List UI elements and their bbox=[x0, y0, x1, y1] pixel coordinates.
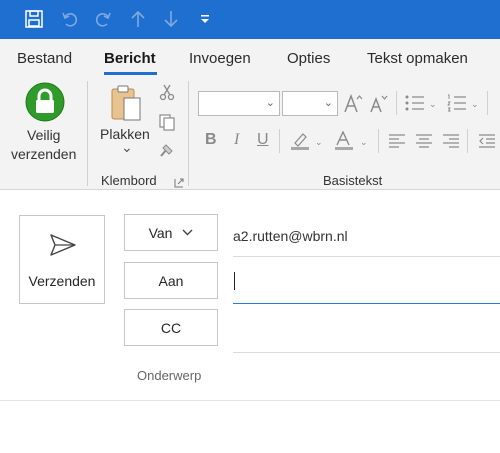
tab-bestand[interactable]: Bestand bbox=[17, 50, 72, 67]
arrow-up-icon[interactable] bbox=[127, 8, 149, 30]
separator bbox=[378, 129, 379, 153]
undo-icon[interactable] bbox=[59, 8, 81, 30]
ribbon-tabs: Bestand Bericht Invoegen Opties Tekst op… bbox=[0, 39, 500, 77]
message-body[interactable] bbox=[0, 401, 500, 453]
chevron-down-icon: ⌄ bbox=[360, 137, 368, 147]
separator bbox=[396, 91, 397, 115]
from-underline bbox=[233, 256, 500, 257]
send-button[interactable]: Verzenden bbox=[19, 215, 105, 304]
separator bbox=[279, 129, 280, 153]
ribbon: Veilig verzenden Plakken ⌄ Klembord ⌄ ⌄ bbox=[0, 77, 500, 190]
align-left-icon[interactable] bbox=[388, 133, 406, 149]
format-painter-icon[interactable] bbox=[158, 141, 176, 159]
compose-area: Verzenden Van a2.rutten@wbrn.nl Aan CC O… bbox=[0, 190, 500, 453]
from-address: a2.rutten@wbrn.nl bbox=[233, 228, 348, 244]
shrink-font-icon[interactable] bbox=[369, 92, 389, 114]
chevron-down-icon: ⌄ bbox=[323, 97, 333, 109]
copy-icon[interactable] bbox=[158, 113, 176, 131]
bullets-icon[interactable] bbox=[404, 94, 426, 112]
chevron-down-icon: ⌄ bbox=[471, 99, 479, 109]
decrease-indent-icon[interactable] bbox=[478, 133, 496, 149]
separator bbox=[487, 91, 488, 115]
chevron-down-icon: ⌄ bbox=[265, 97, 275, 109]
from-label: Van bbox=[148, 224, 173, 241]
separator bbox=[467, 129, 468, 153]
secure-send-label-line1: Veilig bbox=[27, 127, 61, 143]
active-tab-indicator bbox=[104, 72, 157, 75]
italic-icon[interactable]: I bbox=[234, 132, 239, 148]
dialog-launcher-icon[interactable] bbox=[174, 175, 184, 188]
chevron-down-icon bbox=[182, 223, 193, 239]
cc-button[interactable]: CC bbox=[124, 309, 218, 346]
grow-font-icon[interactable] bbox=[343, 92, 363, 114]
send-icon bbox=[50, 234, 76, 256]
basic-text-group-label: Basistekst bbox=[323, 173, 383, 188]
to-underline-focused bbox=[233, 303, 500, 304]
clipboard-icon bbox=[109, 83, 143, 123]
cut-icon[interactable] bbox=[158, 83, 176, 101]
redo-icon[interactable] bbox=[92, 8, 114, 30]
from-button[interactable]: Van bbox=[124, 214, 218, 251]
bold-icon[interactable]: B bbox=[205, 132, 217, 148]
align-center-icon[interactable] bbox=[415, 133, 433, 149]
to-button[interactable]: Aan bbox=[124, 262, 218, 299]
font-size-combo[interactable]: ⌄ bbox=[282, 91, 338, 116]
subject-label: Onderwerp bbox=[137, 368, 202, 383]
tab-tekst-opmaken[interactable]: Tekst opmaken bbox=[367, 50, 468, 67]
cc-underline bbox=[233, 352, 500, 353]
arrow-down-icon[interactable] bbox=[160, 8, 182, 30]
font-color-icon[interactable] bbox=[333, 130, 355, 151]
to-label: Aan bbox=[158, 272, 184, 289]
clipboard-group-label: Klembord bbox=[101, 173, 157, 188]
tab-invoegen[interactable]: Invoegen bbox=[189, 50, 251, 67]
paste-dropdown-icon[interactable]: ⌄ bbox=[121, 139, 133, 156]
cc-input[interactable] bbox=[233, 310, 500, 352]
align-right-icon[interactable] bbox=[442, 133, 460, 149]
lock-icon bbox=[25, 82, 65, 122]
group-separator bbox=[188, 81, 189, 186]
paste-button[interactable]: Plakken ⌄ bbox=[96, 77, 152, 163]
chevron-down-icon: ⌄ bbox=[315, 137, 323, 147]
numbering-icon[interactable] bbox=[446, 94, 468, 112]
tab-opties[interactable]: Opties bbox=[287, 50, 330, 67]
save-icon[interactable] bbox=[23, 8, 45, 30]
chevron-down-icon: ⌄ bbox=[429, 99, 437, 109]
highlight-icon[interactable] bbox=[289, 131, 311, 151]
font-family-combo[interactable]: ⌄ bbox=[198, 91, 280, 116]
secure-send-button[interactable]: Veilig verzenden bbox=[5, 77, 83, 177]
group-separator bbox=[87, 81, 88, 186]
tab-bericht[interactable]: Bericht bbox=[104, 50, 156, 67]
cc-label: CC bbox=[160, 319, 182, 336]
send-button-label: Verzenden bbox=[28, 273, 96, 289]
underline-icon[interactable]: U bbox=[257, 132, 269, 148]
quick-access-toolbar bbox=[0, 0, 500, 39]
text-cursor bbox=[234, 272, 235, 290]
secure-send-label-line2: verzenden bbox=[11, 146, 77, 162]
subject-input[interactable] bbox=[233, 358, 500, 398]
customize-toolbar-icon[interactable] bbox=[194, 8, 216, 30]
to-input[interactable] bbox=[233, 262, 500, 304]
